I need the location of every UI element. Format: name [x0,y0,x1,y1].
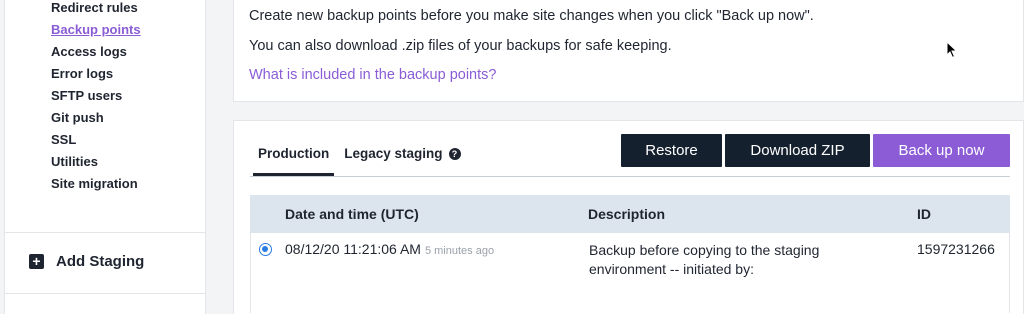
sidebar-item-git-push[interactable]: Git push [51,110,141,132]
help-circle-icon[interactable]: ? [448,148,461,160]
column-header-datetime[interactable]: Date and time (UTC) [285,206,419,222]
backup-info-card: Create new backup points before you make… [233,0,1024,102]
plus-square-icon: + [29,254,44,269]
tab-legacy-staging[interactable]: Legacy staging ? [339,145,465,176]
backup-datetime-value: 08/12/20 11:21:06 AM [285,241,421,257]
tab-production-label: Production [258,146,330,161]
backups-table-header: Date and time (UTC) Description ID [250,195,1010,233]
info-line-1: Create new backup points before you make… [249,8,814,24]
sidebar-item-access-logs[interactable]: Access logs [51,44,141,66]
sidebar-item-error-logs[interactable]: Error logs [51,66,141,88]
tab-production[interactable]: Production [253,145,335,176]
backup-id: 1597231266 [917,241,995,257]
backup-relative-time: 5 minutes ago [424,245,495,257]
sidebar: Redirect rules Backup points Access logs… [4,0,206,314]
download-zip-button[interactable]: Download ZIP [725,134,870,167]
tab-legacy-staging-label: Legacy staging [344,146,443,161]
sidebar-item-sftp-users[interactable]: SFTP users [51,88,141,110]
backup-description: Backup before copying to the staging env… [589,242,820,277]
backup-points-info-link[interactable]: What is included in the backup points? [249,67,496,83]
environment-tabs: Production Legacy staging ? [253,145,466,176]
sidebar-item-ssl[interactable]: SSL [51,132,141,154]
sidebar-item-redirect-rules[interactable]: Redirect rules [51,0,141,22]
backups-card: Production Legacy staging ? Restore Down… [233,120,1024,314]
sidebar-item-site-migration[interactable]: Site migration [51,176,141,198]
table-row[interactable]: 08/12/20 11:21:06 AM 5 minutes ago Backup… [250,233,1010,313]
tabs-divider [250,176,1010,177]
add-staging-button[interactable]: + Add Staging [29,253,144,270]
sidebar-item-backup-points[interactable]: Backup points [51,22,141,44]
sidebar-divider [5,232,205,233]
backup-select-radio[interactable] [259,243,272,256]
sidebar-item-utilities[interactable]: Utilities [51,154,141,176]
back-up-now-button[interactable]: Back up now [873,134,1010,167]
sidebar-nav: Redirect rules Backup points Access logs… [51,0,141,198]
backup-datetime: 08/12/20 11:21:06 AM 5 minutes ago [285,241,494,257]
info-line-2: You can also download .zip files of your… [249,38,672,54]
column-header-description: Description [588,206,666,222]
restore-button[interactable]: Restore [621,134,722,167]
sidebar-divider [5,293,205,294]
add-staging-label: Add Staging [56,253,145,270]
mouse-cursor-icon [946,41,958,59]
column-header-id: ID [917,206,931,222]
